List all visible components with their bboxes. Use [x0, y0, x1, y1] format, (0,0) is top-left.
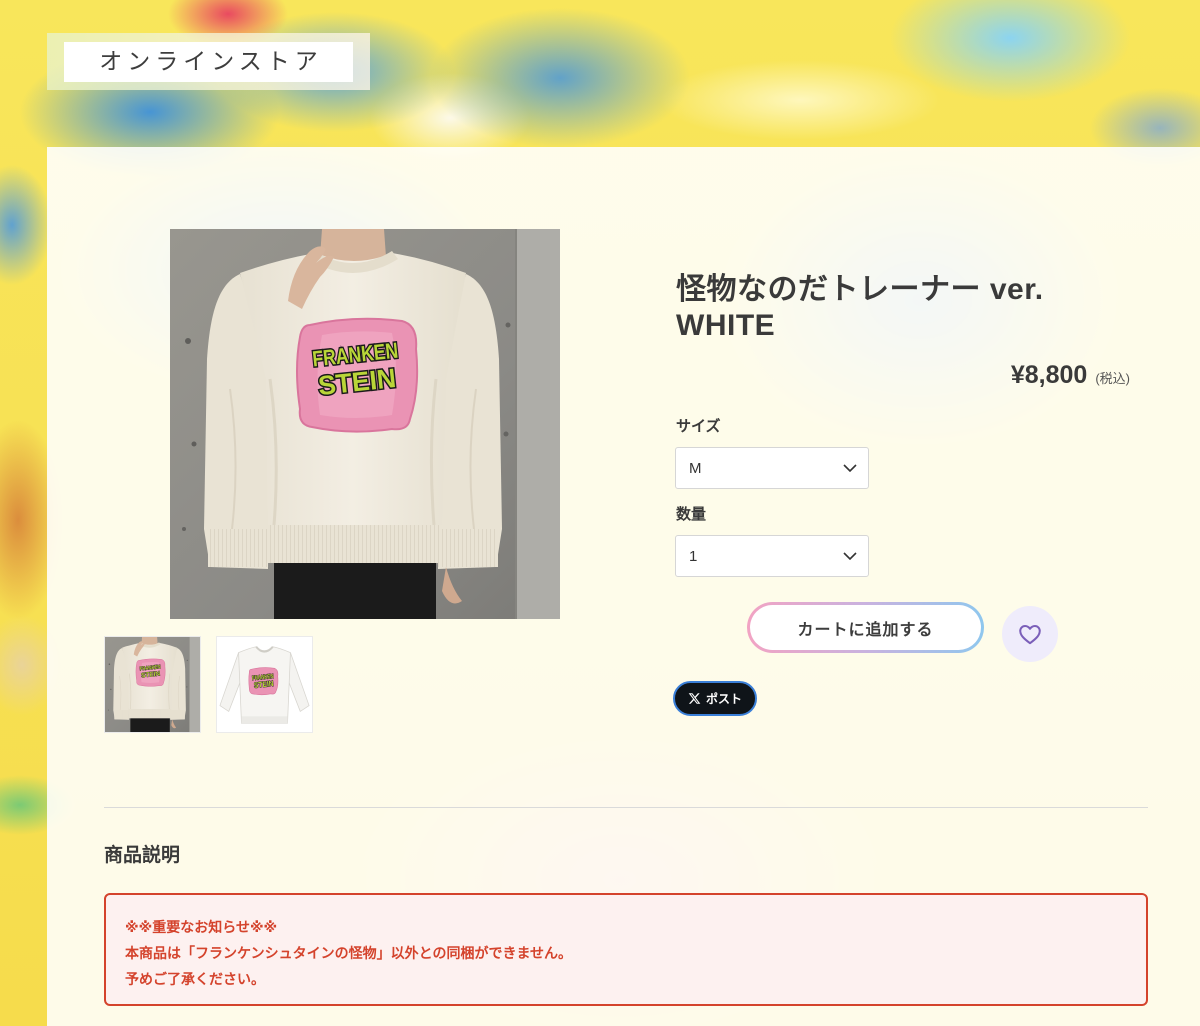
quantity-select[interactable]: 1 — [675, 535, 869, 577]
chevron-down-icon — [843, 552, 857, 560]
notice-line: ※※重要なお知らせ※※ — [125, 919, 278, 935]
chevron-down-icon — [843, 464, 857, 472]
price-row: ¥8,800 (税込) — [676, 360, 1130, 394]
x-post-label: ポスト — [705, 692, 742, 706]
favorite-button[interactable] — [1002, 606, 1058, 662]
product-main-image: FRANKEN STEIN — [170, 229, 560, 619]
thumbnail-flat-lay-image: FRANKEN STEIN — [217, 637, 312, 732]
model-photo: FRANKEN STEIN — [170, 229, 560, 619]
store-tag-label: オンラインストア — [64, 42, 353, 82]
notice-line: 本商品は「フランケンシュタインの怪物」以外との同梱ができません。 — [125, 945, 573, 961]
product-panel: FRANKEN STEIN FRANKEN STEIN 怪物なのだトレーナー v… — [47, 147, 1200, 1026]
thumbnail-model-photo-image — [105, 637, 200, 732]
important-notice-box: ※※重要なお知らせ※※ 本商品は「フランケンシュタインの怪物」以外との同梱ができ… — [104, 893, 1148, 1006]
x-post-button[interactable]: ポスト — [673, 681, 757, 716]
x-logo-icon — [688, 693, 701, 704]
add-to-cart-button[interactable]: カートに追加する — [747, 602, 984, 653]
product-title: 怪物なのだトレーナー ver. WHITE — [676, 273, 1044, 342]
thumbnail-flat-lay[interactable]: FRANKEN STEIN — [216, 636, 313, 733]
size-label: サイズ — [676, 418, 721, 435]
heart-icon — [1019, 624, 1041, 645]
thumbnail-model-photo[interactable] — [104, 636, 201, 733]
tax-note: (税込) — [1095, 371, 1130, 386]
store-tag: オンラインストア — [47, 33, 370, 90]
section-divider — [104, 807, 1148, 808]
description-heading: 商品説明 — [104, 845, 181, 866]
add-to-cart-label: カートに追加する — [797, 621, 934, 639]
size-select-value: M — [689, 459, 702, 477]
notice-line: 予めご了承ください。 — [125, 971, 265, 987]
quantity-select-value: 1 — [689, 547, 698, 565]
product-price: ¥8,800 — [1010, 361, 1088, 389]
size-select[interactable]: M — [675, 447, 869, 489]
quantity-label: 数量 — [676, 506, 707, 523]
